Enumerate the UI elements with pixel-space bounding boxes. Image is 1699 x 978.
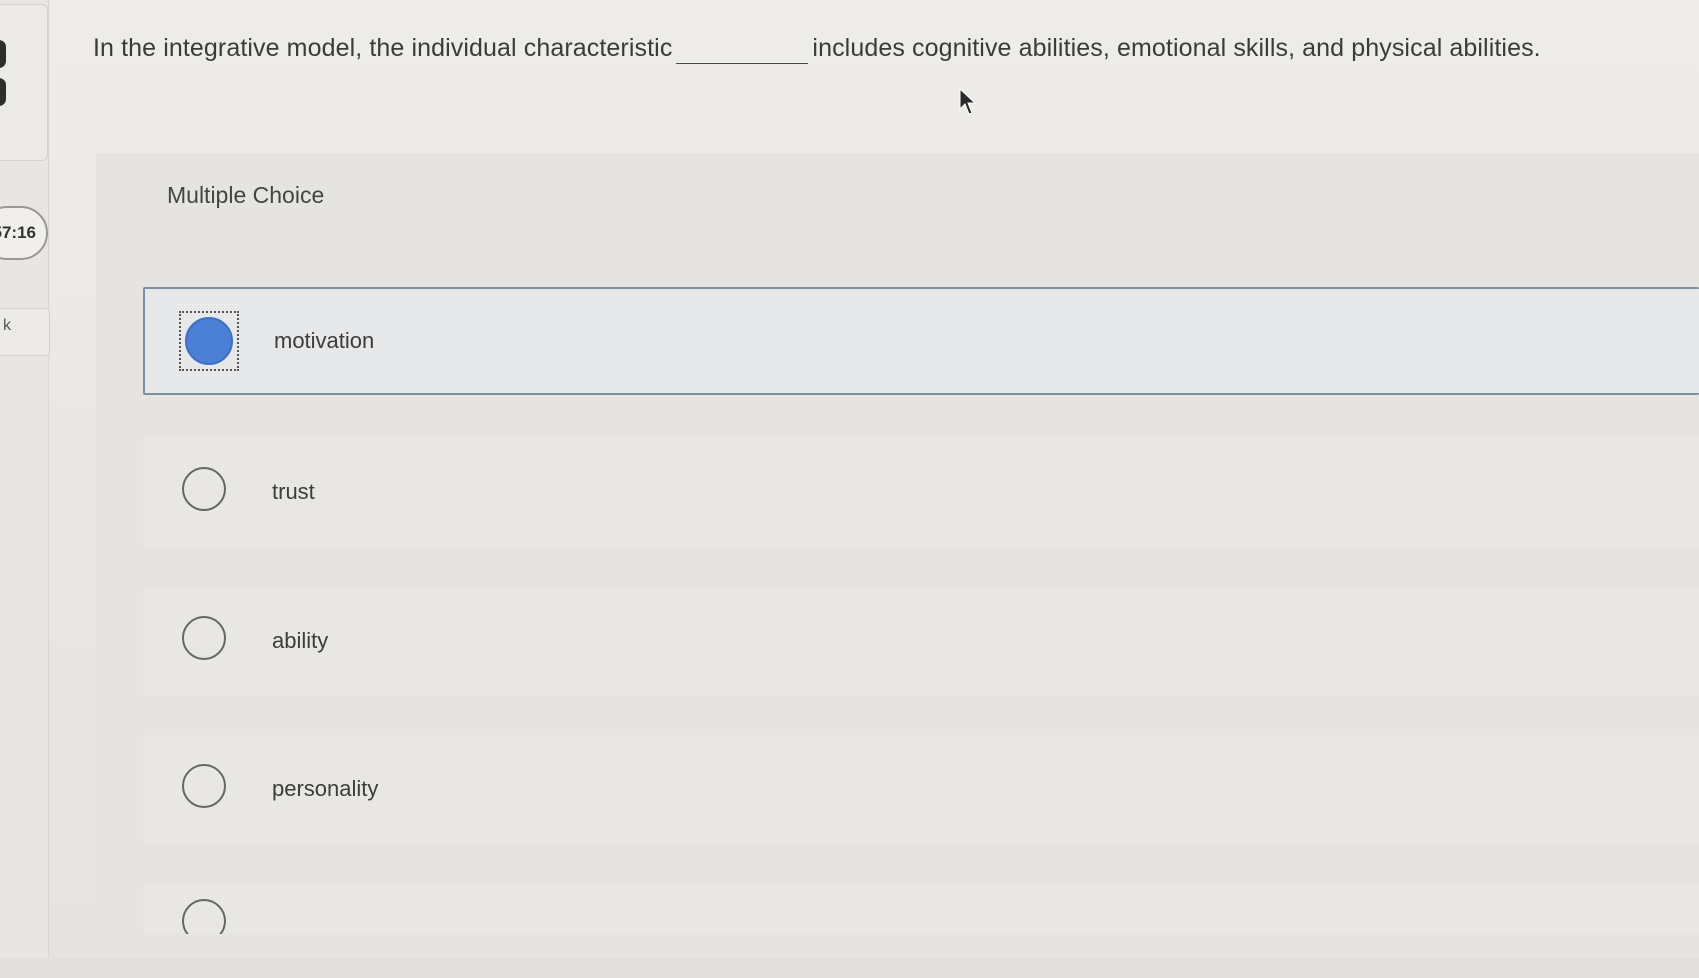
- question-text: In the integrative model, the individual…: [93, 34, 1683, 64]
- bottom-strip: [0, 958, 1699, 978]
- option-motivation[interactable]: motivation: [143, 287, 1699, 395]
- radio-empty-icon: [182, 616, 226, 660]
- option-label: trust: [272, 479, 315, 504]
- radio-ability[interactable]: [177, 611, 237, 671]
- left-rail: 57:16 k: [0, 0, 50, 978]
- option-label: personality: [272, 776, 379, 801]
- question-type-label: Multiple Choice: [167, 182, 325, 208]
- radio-empty-icon: [182, 899, 226, 934]
- question-blank: [676, 34, 809, 64]
- radio-motivation[interactable]: [179, 311, 239, 371]
- radio-empty-icon: [182, 467, 226, 511]
- option-ability[interactable]: ability: [143, 587, 1699, 695]
- radio-filled-icon: [185, 317, 233, 365]
- option-trust[interactable]: trust: [143, 438, 1699, 546]
- question-before: In the integrative model, the individual…: [93, 34, 673, 62]
- radio-trust[interactable]: [177, 462, 237, 522]
- radio-partial[interactable]: [177, 894, 237, 934]
- rail-dot-icon: [0, 78, 6, 106]
- rail-card[interactable]: [0, 4, 48, 161]
- timer-text: 57:16: [0, 223, 36, 242]
- option-label: motivation: [274, 328, 375, 353]
- rail-dot-icon: [0, 40, 6, 68]
- quiz-page: 57:16 k In the integrative model, the in…: [0, 0, 1699, 978]
- timer-badge: 57:16: [0, 206, 48, 260]
- mouse-pointer-icon: [959, 88, 977, 115]
- option-partial[interactable]: [143, 884, 1699, 934]
- question-after: includes cognitive abilities, emotional …: [812, 34, 1541, 62]
- option-personality[interactable]: personality: [143, 735, 1699, 843]
- rail-small-button[interactable]: k: [0, 308, 50, 356]
- radio-personality[interactable]: [177, 759, 237, 819]
- option-label: ability: [272, 628, 329, 653]
- radio-empty-icon: [182, 764, 226, 808]
- rail-small-label: k: [3, 317, 11, 334]
